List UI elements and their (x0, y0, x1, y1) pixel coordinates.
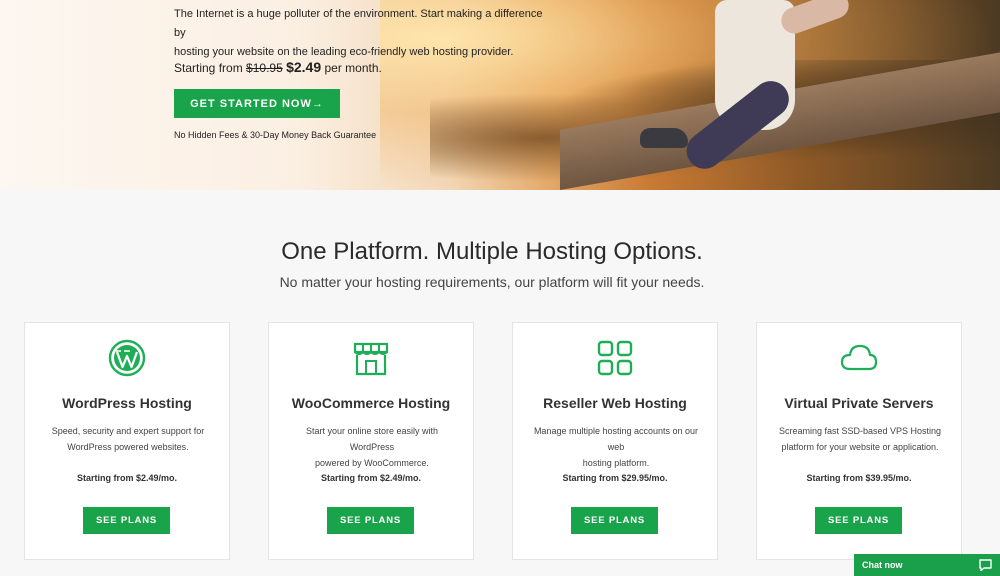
card-price: Starting from $39.95/mo. (806, 473, 912, 483)
card-title: WordPress Hosting (62, 395, 192, 411)
card-title: Reseller Web Hosting (543, 395, 687, 411)
store-icon (353, 342, 389, 376)
cloud-icon (840, 344, 878, 371)
guarantee-text: No Hidden Fees & 30-Day Money Back Guara… (174, 130, 377, 140)
card-price: Starting from $2.49/mo. (320, 473, 422, 483)
chat-now-widget[interactable]: Chat now (854, 554, 1000, 576)
hero-description: The Internet is a huge polluter of the e… (174, 8, 543, 58)
section-title: One Platform. Multiple Hosting Options. (281, 238, 703, 265)
card-vps-hosting: Virtual Private Servers Screaming fast S… (756, 322, 962, 560)
grid-icon (597, 340, 633, 376)
card-woocommerce-hosting: WooCommerce Hosting Start your online st… (268, 322, 474, 560)
card-wordpress-hosting: WordPress Hosting Speed, security and ex… (24, 322, 230, 560)
chat-bubble-icon (979, 559, 992, 571)
old-price: $10.95 (246, 61, 283, 75)
see-plans-button[interactable]: SEE PLANS (571, 507, 658, 534)
chat-label: Chat now (862, 560, 903, 570)
see-plans-button[interactable]: SEE PLANS (83, 507, 170, 534)
hero-person-image (640, 0, 853, 177)
card-title: WooCommerce Hosting (291, 395, 451, 411)
see-plans-button[interactable]: SEE PLANS (327, 507, 414, 534)
new-price: $2.49 (286, 59, 322, 75)
card-description: Speed, security and expert support for W… (51, 426, 205, 452)
card-price: Starting from $2.49/mo. (76, 473, 178, 483)
hero-banner: The Internet is a huge polluter of the e… (0, 0, 1000, 190)
card-description: Screaming fast SSD-based VPS Hosting pla… (778, 426, 942, 452)
card-description: Manage multiple hosting accounts on our … (533, 426, 699, 468)
card-price: Starting from $29.95/mo. (562, 473, 668, 483)
card-title: Virtual Private Servers (784, 395, 934, 411)
see-plans-button[interactable]: SEE PLANS (815, 507, 902, 534)
get-started-button[interactable]: GET STARTED NOW→ (174, 89, 340, 118)
section-subtitle: No matter your hosting requirements, our… (279, 274, 705, 290)
hero-price: Starting from $10.95 $2.49 per month. (174, 59, 382, 75)
card-description: Start your online store easily with Word… (305, 426, 439, 468)
card-reseller-hosting: Reseller Web Hosting Manage multiple hos… (512, 322, 718, 560)
wordpress-icon (108, 339, 146, 377)
